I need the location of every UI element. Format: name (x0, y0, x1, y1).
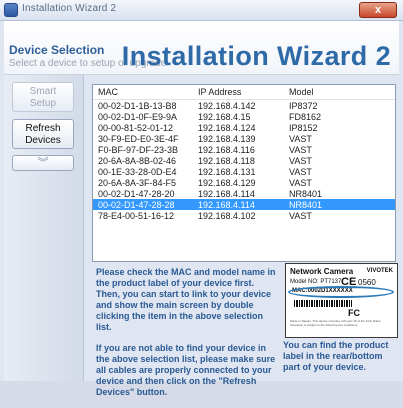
device-table-header: MAC IP Address Model (93, 85, 395, 100)
device-table: MAC IP Address Model 00-02-D1-1B-13-B8 19… (93, 85, 395, 221)
column-header-model[interactable]: Model (284, 85, 395, 100)
device-list[interactable]: MAC IP Address Model 00-02-D1-1B-13-B8 19… (92, 84, 396, 262)
smart-setup-label: Smart Setup (29, 86, 57, 109)
window-title: Installation Wizard 2 (22, 3, 117, 14)
help-text: Please check the MAC and model name in t… (96, 267, 276, 408)
cell-mac: 00-02-D1-47-28-20 (98, 188, 175, 199)
title-bar: Installation Wizard 2 x (0, 0, 403, 21)
cell-ip: 192.168.4.142 (198, 100, 256, 111)
cell-mac: 00-02-D1-0F-E9-9A (98, 111, 178, 122)
help-paragraph-refresh: If you are not able to find your device … (96, 343, 276, 397)
close-button[interactable]: x (359, 2, 397, 18)
cell-ip: 192.168.4.102 (198, 210, 256, 221)
cell-model: VAST (289, 155, 312, 166)
app-icon (4, 3, 18, 17)
cell-ip: 192.168.4.114 (193, 199, 284, 210)
device-row[interactable]: 00-1E-33-28-0D-E4 192.168.4.131 VAST (93, 166, 395, 177)
device-row-selected[interactable]: 00-02-D1-47-28-28 192.168.4.114 NR8401 (93, 199, 395, 210)
device-rows: 00-02-D1-1B-13-B8 192.168.4.142 IP8372 00-… (93, 100, 395, 222)
cell-mac: 20-6A-8A-3F-84-F5 (98, 177, 177, 188)
device-row[interactable]: 00-02-D1-0F-E9-9A 192.168.4.15 FD8162 (93, 111, 395, 122)
cell-model: NR8401 (284, 199, 395, 210)
installation-wizard-window: Installation Wizard 2 x Device Selection… (0, 0, 403, 397)
cell-model: IP8372 (289, 100, 318, 111)
device-row[interactable]: 30-F9-ED-E0-3E-4F 192.168.4.139 VAST (93, 133, 395, 144)
wizard-brand-title: Installation Wizard 2 (121, 41, 391, 71)
cell-ip: 192.168.4.129 (198, 177, 256, 188)
cell-model: NR8401 (289, 188, 323, 199)
device-row[interactable]: 00-00-81-52-01-12 192.168.4.124 IP8152 (93, 122, 395, 133)
cell-ip: 192.168.4.118 (198, 155, 255, 166)
cell-ip: 192.168.4.139 (198, 133, 256, 144)
fcc-mark-icon: FC (348, 308, 360, 318)
cell-mac: 20-6A-8A-8B-02-46 (98, 155, 177, 166)
double-chevron-down-icon: ︾ (37, 157, 49, 169)
cell-model: VAST (289, 210, 312, 221)
device-row[interactable]: 78-E4-00-51-16-12 192.168.4.102 VAST (93, 210, 395, 221)
cell-mac: 00-00-81-52-01-12 (98, 122, 174, 133)
column-header-ip[interactable]: IP Address (193, 85, 284, 100)
cell-mac: 00-02-D1-1B-13-B8 (98, 100, 177, 111)
product-label-image: Network Camera VIVOTEK Model NO: PT7137 … (285, 263, 398, 338)
cell-mac: 78-E4-00-51-16-12 (98, 210, 175, 221)
cell-model: VAST (289, 133, 312, 144)
page-title: Device Selection (9, 43, 105, 57)
sidebar: Smart Setup Refresh Devices ︾ (4, 75, 84, 381)
device-row[interactable]: 00-02-D1-1B-13-B8 192.168.4.142 IP8372 (93, 100, 395, 112)
cell-ip: 192.168.4.124 (198, 122, 256, 133)
product-label-caption: You can find the product label in the re… (283, 340, 389, 372)
help-paragraph-check-label: Please check the MAC and model name in t… (96, 267, 276, 332)
cell-ip: 192.168.4.114 (198, 188, 255, 199)
barcode-icon (294, 300, 352, 307)
vivotek-logo: VIVOTEK (366, 268, 393, 274)
device-row[interactable]: 20-6A-8A-3F-84-F5 192.168.4.129 VAST (93, 177, 395, 188)
expand-more-button[interactable]: ︾ (12, 155, 74, 171)
column-header-mac[interactable]: MAC (93, 85, 193, 100)
device-row[interactable]: 00-02-D1-47-28-20 192.168.4.114 NR8401 (93, 188, 395, 199)
cell-mac: 30-F9-ED-E0-3E-4F (98, 133, 179, 144)
cell-mac: F0-BF-97-DF-23-3B (98, 144, 179, 155)
refresh-devices-button[interactable]: Refresh Devices (12, 119, 74, 149)
cell-ip: 192.168.4.131 (198, 166, 256, 177)
label-fine-print: Made in Taiwan. This device complies wit… (290, 319, 382, 327)
cell-ip: 192.168.4.15 (198, 111, 251, 122)
cell-model: FD8162 (289, 111, 322, 122)
device-row[interactable]: 20-6A-8A-8B-02-46 192.168.4.118 VAST (93, 155, 395, 166)
cell-model: IP8152 (289, 122, 318, 133)
label-model: Model NO: PT7137 (290, 279, 342, 285)
smart-setup-button[interactable]: Smart Setup (12, 82, 74, 112)
cell-model: VAST (289, 177, 312, 188)
device-row[interactable]: F0-BF-97-DF-23-3B 192.168.4.116 VAST (93, 144, 395, 155)
refresh-devices-label: Refresh Devices (25, 123, 61, 146)
cell-mac: 00-02-D1-47-28-28 (93, 199, 193, 210)
wizard-header: Device Selection Select a device to setu… (4, 21, 399, 75)
cell-model: VAST (289, 166, 312, 177)
mac-highlight-ellipse (288, 286, 394, 298)
cell-ip: 192.168.4.116 (198, 144, 255, 155)
label-title: Network Camera (290, 267, 354, 276)
cell-mac: 00-1E-33-28-0D-E4 (98, 166, 177, 177)
cell-model: VAST (289, 144, 312, 155)
